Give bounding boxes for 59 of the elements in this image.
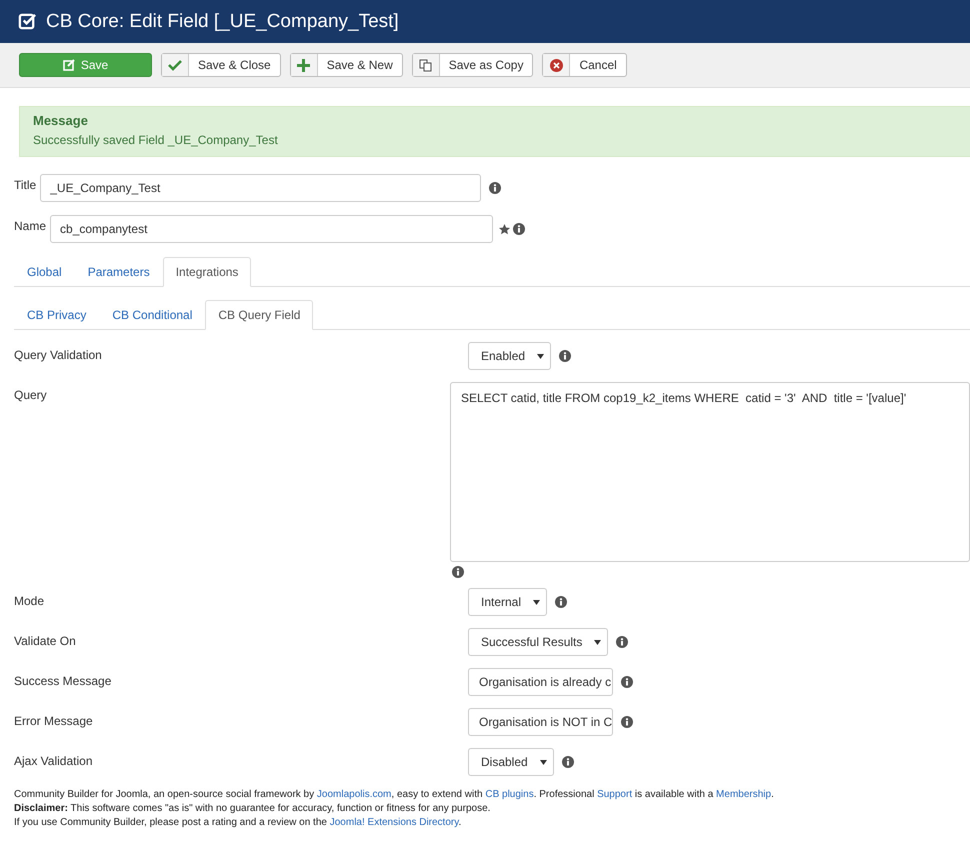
info-icon — [513, 223, 526, 235]
footer-text: If you use Community Builder, please post a rating and a review on the Joomla! Extensions Directory. — [14, 816, 462, 830]
field-label: Ajax Validation — [14, 753, 94, 770]
info-icon — [621, 716, 633, 728]
info-icon — [452, 566, 464, 578]
field-label: Error Message — [14, 713, 94, 730]
tab[interactable]: Global — [14, 257, 75, 287]
field-label: Mode — [14, 593, 46, 610]
page-title: CB Core: Edit Field [_UE_Company_Test] — [46, 10, 399, 32]
field-label: Validate On — [14, 633, 77, 650]
tab[interactable]: CB Query Field — [205, 300, 314, 330]
caret-icon — [537, 354, 544, 358]
toolbar-button[interactable]: Save as Copy — [412, 53, 534, 77]
text-field[interactable]: Organisation is NOT in C — [468, 708, 613, 736]
dropdown[interactable]: Enabled — [468, 342, 552, 370]
info-icon — [559, 350, 572, 362]
footer-text: Disclaimer: This software comes "as is" with no guarantee for accuracy, function or fitness for any purpose. — [14, 802, 492, 816]
title-field[interactable]: _UE_Company_Test — [40, 174, 482, 202]
field-label: Title — [14, 178, 36, 192]
caret-icon — [594, 640, 602, 644]
checkbox-icon — [18, 12, 37, 31]
text-field[interactable]: Organisation is already c — [468, 668, 613, 696]
cancel-icon — [550, 58, 563, 72]
info-icon — [562, 756, 574, 768]
name-field[interactable]: cb_companytest — [50, 215, 494, 243]
toolbar-button[interactable]: Save & Close — [161, 53, 281, 77]
footer-text: Community Builder for Joomla, an open-source social framework by Joomlapolis.com, easy to extend with CB plugins. Professional Support is available with a Membership. — [14, 788, 775, 802]
field-label: Success Message — [14, 673, 112, 690]
query-textarea[interactable]: SELECT catid, title FROM cop19_k2_items WHERE catid = '3' AND title = '[value]' — [450, 382, 970, 562]
message-text: Successfully saved Field _UE_Company_Test — [33, 133, 279, 147]
toolbar-button[interactable]: Save & New — [290, 53, 403, 77]
toolbar-button[interactable]: Cancel — [542, 53, 627, 77]
field-label: Query — [14, 387, 48, 404]
dropdown[interactable]: Successful Results — [468, 628, 608, 656]
info-icon — [555, 596, 568, 608]
tab[interactable]: CB Privacy — [14, 300, 100, 330]
check-icon — [168, 59, 182, 71]
footer-link[interactable]: Joomla! Extensions Directory — [330, 817, 458, 828]
field-label: Name — [14, 219, 46, 233]
dropdown[interactable]: Disabled — [468, 748, 554, 776]
edit-icon — [62, 59, 75, 71]
message-heading: Message — [33, 113, 89, 128]
footer-link[interactable]: Support — [597, 789, 632, 800]
copy-icon — [419, 58, 432, 72]
caret-icon — [533, 600, 540, 604]
field-label: Query Validation — [14, 347, 103, 364]
info-icon — [616, 636, 628, 648]
tab[interactable]: CB Conditional — [99, 300, 206, 330]
plus-icon — [297, 58, 310, 72]
info-icon — [489, 182, 502, 194]
info-icon — [621, 676, 633, 688]
tab[interactable]: Parameters — [74, 257, 163, 287]
footer-link[interactable]: Joomlapolis.com — [316, 789, 392, 800]
footer-link[interactable]: Membership — [716, 789, 772, 800]
dropdown[interactable]: Internal — [468, 588, 548, 616]
caret-icon — [540, 760, 547, 764]
footer-link[interactable]: CB plugins — [485, 789, 534, 800]
star-icon — [499, 224, 510, 234]
tab[interactable]: Integrations — [162, 257, 252, 287]
